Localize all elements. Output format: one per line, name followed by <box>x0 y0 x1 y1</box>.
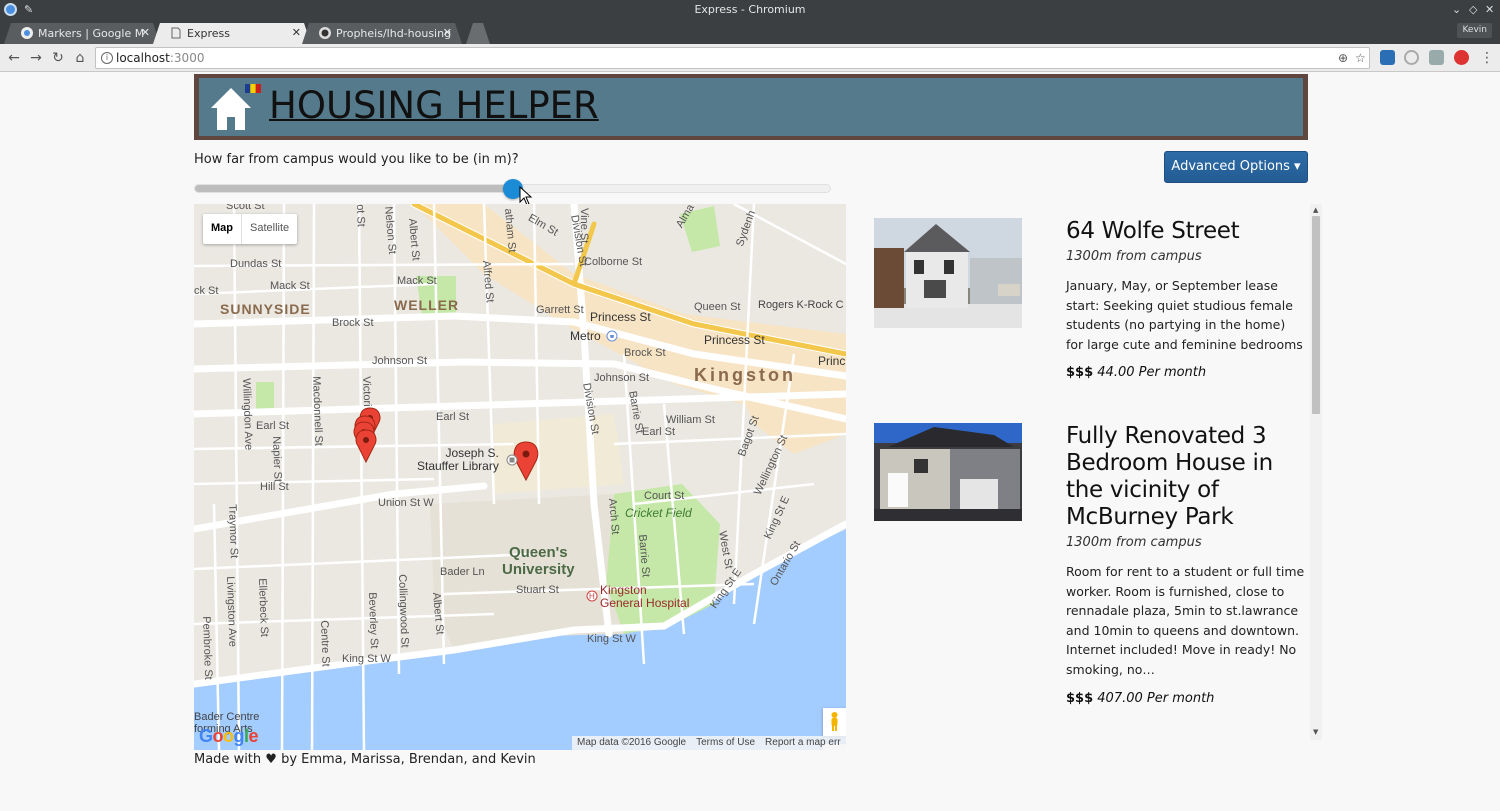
listing-distance: 1300m from campus <box>1066 535 1202 550</box>
home-icon[interactable]: ⌂ <box>71 49 89 67</box>
advanced-options-button[interactable]: Advanced Options ▾ <box>1164 151 1308 183</box>
scroll-thumb[interactable] <box>1312 216 1320 414</box>
listing-price: $$$ 407.00 Per month <box>1066 691 1306 706</box>
listing-info: 64 Wolfe Street 1300m from campus Januar… <box>1066 218 1306 380</box>
page-favicon-icon <box>170 27 182 39</box>
mouse-cursor-icon <box>519 186 533 206</box>
romania-flag-icon <box>245 84 261 93</box>
tab-markers[interactable]: Markers | Google M ✕ <box>4 23 160 44</box>
reload-icon[interactable]: ↻ <box>49 49 67 67</box>
tab-label: Express <box>187 27 230 40</box>
page: HOUSING HELPER How far from campus would… <box>0 72 1500 811</box>
extension-cast-icon[interactable] <box>1380 50 1395 65</box>
page-footer: Made with ♥ by Emma, Marissa, Brendan, a… <box>194 752 536 767</box>
price-tier: $$$ <box>1066 365 1094 381</box>
site-title[interactable]: HOUSING HELPER <box>269 84 599 127</box>
google-maps-favicon-icon <box>21 27 33 39</box>
report-map-error-link[interactable]: Report a map err <box>760 736 846 750</box>
extension-red-icon[interactable] <box>1454 50 1469 65</box>
listings-panel[interactable]: 64 Wolfe Street 1300m from campus Januar… <box>864 204 1324 740</box>
listing-info: Fully Renovated 3 Bedroom House in the v… <box>1066 423 1306 706</box>
header-banner: HOUSING HELPER <box>194 74 1308 140</box>
tab-strip: Markers | Google M ✕ Express ✕ Propheis/… <box>0 20 1500 44</box>
price-amount: 407.00 Per month <box>1097 690 1215 706</box>
window-title: Express - Chromium <box>694 3 806 16</box>
metro-poi-icon <box>606 330 618 342</box>
tab-label: Propheis/lhd-housing <box>336 27 452 40</box>
window-titlebar: ✎ Express - Chromium ⌄ ◇ ✕ <box>0 0 1500 20</box>
hospital-poi-icon: H <box>586 590 598 602</box>
listing-price: $$$ 44.00 Per month <box>1066 365 1306 380</box>
forward-icon[interactable]: → <box>27 49 45 67</box>
google-logo: Google <box>199 726 259 746</box>
map-type-control: Map Satellite <box>203 214 298 244</box>
slider-fill <box>195 185 513 192</box>
tab-label: Markers | Google M <box>38 27 145 40</box>
terms-of-use-link[interactable]: Terms of Use <box>691 736 760 750</box>
listings-scrollbar[interactable]: ▲ ▼ <box>1310 204 1322 740</box>
listing-photo[interactable] <box>874 218 1022 328</box>
distance-question: How far from campus would you like to be… <box>194 152 519 167</box>
url-port: :3000 <box>169 51 205 65</box>
map-type-map[interactable]: Map <box>203 214 242 244</box>
close-tab-icon[interactable]: ✕ <box>141 26 150 39</box>
listing-title[interactable]: Fully Renovated 3 Bedroom House in the v… <box>1066 423 1306 531</box>
url-host: localhost <box>116 51 170 65</box>
github-favicon-icon <box>319 27 331 39</box>
price-tier: $$$ <box>1066 690 1094 706</box>
map-data-attribution: Map data ©2016 Google <box>577 737 687 748</box>
map-attribution: Map data ©2016 Google Terms of Use Repor… <box>572 736 846 750</box>
map-type-satellite[interactable]: Satellite <box>242 214 297 244</box>
zoom-icon[interactable]: ⊕ <box>1338 51 1348 65</box>
new-tab-button[interactable] <box>466 23 490 44</box>
header-inner: HOUSING HELPER <box>199 78 1303 136</box>
library-poi-icon <box>506 454 518 466</box>
close-window-icon[interactable]: ✕ <box>1485 3 1494 16</box>
google-map[interactable]: SUNNYSIDE WELLER Kingston Metro Joseph S… <box>194 204 846 750</box>
browser-toolbar: ← → ↻ ⌂ i localhost:3000 ⊕ ☆ ⋮ <box>0 44 1500 72</box>
pegman-icon[interactable] <box>823 708 846 736</box>
minimize-icon[interactable]: ⌄ <box>1452 3 1461 16</box>
extension-chat-icon[interactable] <box>1429 50 1444 65</box>
listing-description: January, May, or September lease start: … <box>1066 278 1303 352</box>
listing-distance: 1300m from campus <box>1066 249 1202 264</box>
property-marker[interactable] <box>355 429 377 464</box>
price-amount: 44.00 Per month <box>1097 365 1207 381</box>
property-marker[interactable] <box>513 441 539 482</box>
close-tab-icon[interactable]: ✕ <box>443 26 452 39</box>
tab-express[interactable]: Express ✕ <box>153 23 311 44</box>
close-tab-icon[interactable]: ✕ <box>292 26 301 39</box>
tab-github[interactable]: Propheis/lhd-housing ✕ <box>302 23 462 44</box>
listing-title[interactable]: 64 Wolfe Street <box>1066 218 1306 245</box>
address-bar[interactable]: i localhost:3000 ⊕ ☆ <box>95 47 1370 69</box>
distance-slider[interactable] <box>194 179 831 199</box>
menu-icon[interactable]: ⋮ <box>1478 49 1496 67</box>
extension-circle-icon[interactable] <box>1404 50 1419 65</box>
scroll-up-arrow-icon[interactable]: ▲ <box>1313 206 1318 214</box>
back-icon[interactable]: ← <box>5 49 23 67</box>
listing-description: Room for rent to a student or full time … <box>1066 564 1305 677</box>
scroll-down-arrow-icon[interactable]: ▼ <box>1313 728 1318 736</box>
listing-card[interactable]: Fully Renovated 3 Bedroom House in the v… <box>874 423 1304 740</box>
listing-card[interactable]: 64 Wolfe Street 1300m from campus Januar… <box>874 218 1304 408</box>
restore-icon[interactable]: ◇ <box>1469 3 1477 16</box>
listing-photo[interactable] <box>874 423 1022 521</box>
marker-layer: H <box>353 330 618 602</box>
info-icon[interactable]: i <box>101 52 113 64</box>
profile-button[interactable]: Kevin <box>1457 23 1492 38</box>
bookmark-star-icon[interactable]: ☆ <box>1355 51 1366 65</box>
svg-text:H: H <box>589 592 595 601</box>
